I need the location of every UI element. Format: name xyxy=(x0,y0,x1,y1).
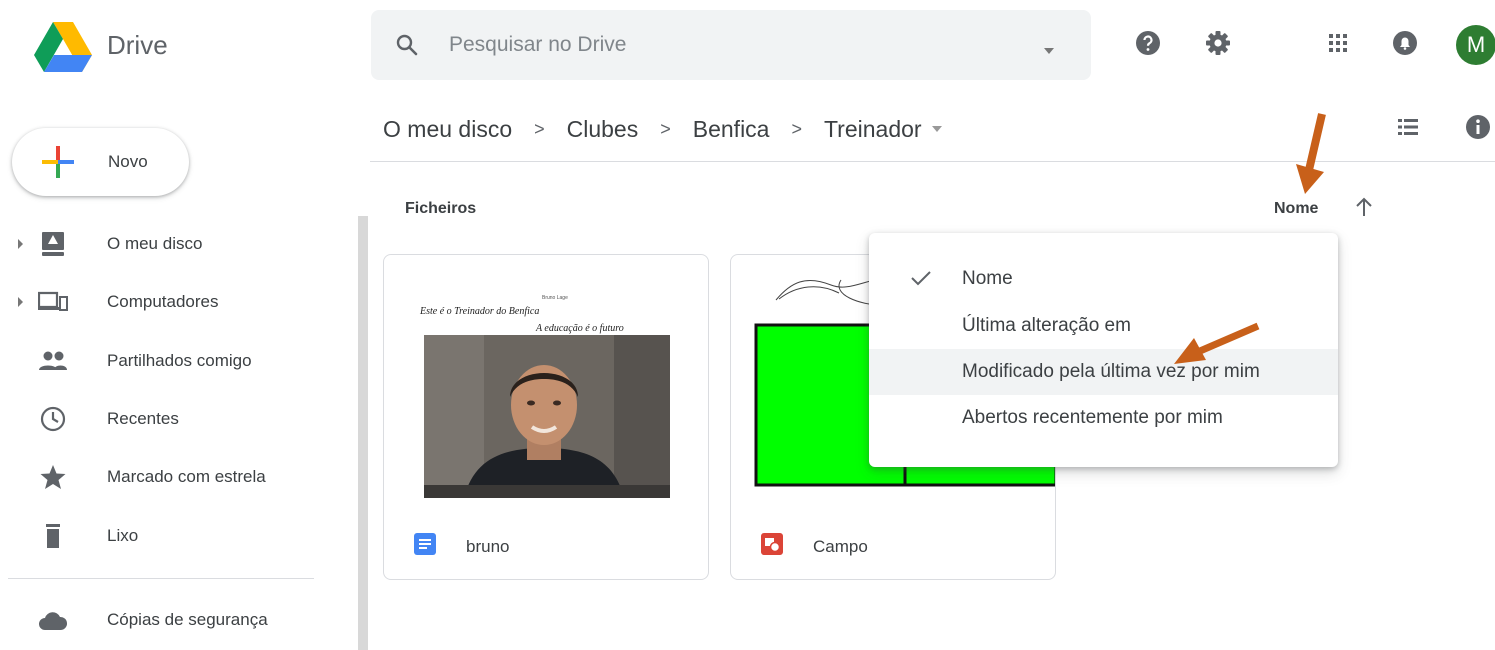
sidebar-item-backups[interactable]: Cópias de segurança xyxy=(0,595,340,645)
sort-option-last-modified[interactable]: Última alteração em xyxy=(869,303,1338,349)
file-thumbnail: Bruno Lage Este é o Treinador do Benfica… xyxy=(384,255,708,515)
chevron-right-icon: > xyxy=(534,118,545,139)
expand-arrow-icon[interactable] xyxy=(18,239,23,249)
google-docs-icon xyxy=(414,533,436,555)
thumbnail-title: Este é o Treinador do Benfica xyxy=(420,306,540,317)
google-drawings-icon xyxy=(761,533,783,555)
sidebar-item-label: Partilhados comigo xyxy=(107,351,252,370)
clock-icon xyxy=(40,406,66,432)
sidebar-scrollbar[interactable] xyxy=(358,216,368,650)
search-options-icon[interactable] xyxy=(1044,48,1054,54)
sort-option-name[interactable]: Nome xyxy=(869,256,1338,302)
my-drive-icon xyxy=(42,232,64,256)
sort-by-button[interactable]: Nome xyxy=(1274,200,1318,218)
sort-option-label: Modificado pela última vez por mim xyxy=(962,361,1260,382)
sort-option-label: Abertos recentemente por mim xyxy=(962,407,1223,428)
sort-menu: Nome Última alteração em Modificado pela… xyxy=(869,233,1338,467)
file-card-footer: bruno xyxy=(384,515,708,579)
sidebar-item-label: Recentes xyxy=(107,409,179,428)
breadcrumb-benfica[interactable]: Benfica xyxy=(693,116,770,143)
file-name: bruno xyxy=(466,537,510,556)
sort-option-last-modified-by-me[interactable]: Modificado pela última vez por mim xyxy=(869,349,1338,395)
help-icon[interactable] xyxy=(1135,30,1161,56)
account-avatar[interactable]: M xyxy=(1456,25,1495,65)
sidebar-item-starred[interactable]: Marcado com estrela xyxy=(0,452,340,502)
breadcrumb-divider xyxy=(370,161,1495,162)
breadcrumb-my-drive[interactable]: O meu disco xyxy=(383,116,512,143)
expand-arrow-icon[interactable] xyxy=(18,297,23,307)
sidebar-item-label: Lixo xyxy=(107,526,139,545)
file-card-bruno[interactable]: Bruno Lage Este é o Treinador do Benfica… xyxy=(383,254,709,580)
sidebar-item-my-drive[interactable]: O meu disco xyxy=(0,219,340,269)
list-view-icon[interactable] xyxy=(1396,115,1420,139)
settings-gear-icon[interactable] xyxy=(1205,30,1231,56)
thumbnail-subtitle: A educação é o futuro xyxy=(536,323,624,334)
chevron-right-icon: > xyxy=(660,118,671,139)
computers-icon xyxy=(38,291,68,311)
sidebar-item-label: Computadores xyxy=(107,292,219,311)
video-frame-image xyxy=(424,335,670,498)
checkmark-icon xyxy=(911,271,931,286)
apps-grid-icon[interactable] xyxy=(1325,30,1351,56)
sidebar-item-label: Marcado com estrela xyxy=(107,467,266,486)
new-button-label: Novo xyxy=(108,152,148,171)
search-icon[interactable] xyxy=(395,33,419,57)
sort-option-label: Nome xyxy=(962,268,1013,289)
sidebar-item-computers[interactable]: Computadores xyxy=(0,277,340,327)
breadcrumb-treinador[interactable]: Treinador xyxy=(824,116,922,143)
app-name: Drive xyxy=(107,30,168,60)
new-button[interactable]: Novo xyxy=(12,128,189,196)
search-input[interactable] xyxy=(449,32,1009,58)
sort-direction-arrow-icon[interactable] xyxy=(1354,196,1374,218)
annotation-arrow-icon xyxy=(1296,113,1326,194)
notifications-icon[interactable] xyxy=(1392,30,1418,56)
sidebar-item-label: O meu disco xyxy=(107,234,203,253)
plus-icon xyxy=(42,146,74,178)
sidebar-divider xyxy=(8,578,314,579)
sidebar-item-recent[interactable]: Recentes xyxy=(0,394,340,444)
folder-menu-dropdown-icon[interactable] xyxy=(931,126,942,132)
breadcrumb-clubes[interactable]: Clubes xyxy=(567,116,639,143)
chevron-right-icon: > xyxy=(791,118,802,139)
sidebar-item-label: Cópias de segurança xyxy=(107,610,268,629)
star-icon xyxy=(40,465,66,489)
sort-option-label: Última alteração em xyxy=(962,315,1131,336)
cloud-icon xyxy=(39,612,68,630)
section-title-files: Ficheiros xyxy=(405,200,477,217)
file-card-footer: Campo xyxy=(731,515,1055,579)
file-name: Campo xyxy=(813,537,868,556)
sidebar-item-trash[interactable]: Lixo xyxy=(0,511,340,561)
drive-logo-icon xyxy=(34,22,92,72)
shared-icon xyxy=(39,351,67,370)
info-icon[interactable] xyxy=(1465,114,1491,140)
breadcrumb: O meu disco > Clubes > Benfica > Treinad… xyxy=(383,113,942,145)
sort-option-last-opened-by-me[interactable]: Abertos recentemente por mim xyxy=(869,395,1338,441)
thumbnail-author: Bruno Lage xyxy=(542,295,568,301)
sidebar-item-shared[interactable]: Partilhados comigo xyxy=(0,336,340,386)
trash-icon xyxy=(46,524,60,548)
search-bar[interactable] xyxy=(371,10,1091,80)
